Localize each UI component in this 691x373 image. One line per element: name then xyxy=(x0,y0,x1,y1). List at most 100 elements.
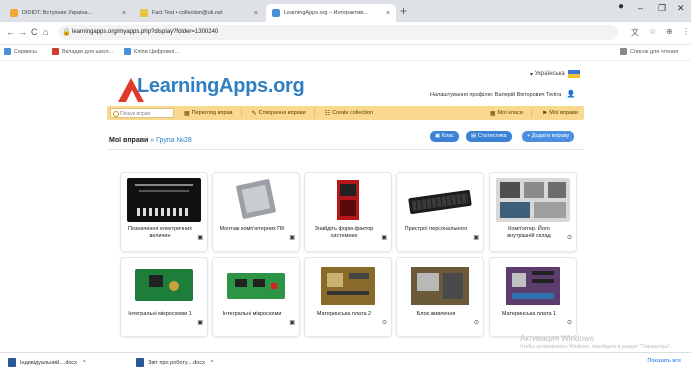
breadcrumb-root[interactable]: Мої вправи xyxy=(109,137,148,144)
search-placeholder: Пошук вправ xyxy=(120,111,151,117)
word-file-icon xyxy=(8,358,16,367)
app-card[interactable]: Пристрої персонального ▣ xyxy=(396,172,484,252)
maximize-button[interactable]: ❐ xyxy=(658,3,666,14)
download-item[interactable]: Індивідуальний....docx ^ xyxy=(8,358,86,367)
profile-icon[interactable]: ● xyxy=(618,1,624,12)
menu-divider xyxy=(240,108,242,118)
app-title: Комп'ютер. Його внутрішній склад xyxy=(507,226,551,239)
class-button[interactable]: ▣ Клас xyxy=(430,131,459,142)
search-input[interactable]: Пошук вправ xyxy=(110,108,174,118)
menu-create-app[interactable]: ✎ Створення вправи xyxy=(252,110,306,117)
bookmark-item[interactable]: Вкладки для школ... xyxy=(52,48,113,55)
browser-tab-3-active[interactable]: LearningApps.org – Интерактив... × xyxy=(266,4,396,22)
add-app-button[interactable]: + Додати вправу xyxy=(522,131,575,142)
app-title: Пристрої персонального xyxy=(404,226,468,232)
browser-tab-2[interactable]: Fact Test • collection@uk.net × xyxy=(134,4,264,22)
app-card[interactable]: Материнська плата 2 ⊙ xyxy=(304,257,392,337)
reading-list-icon xyxy=(620,48,627,55)
download-filename: Індивідуальний....docx xyxy=(20,359,77,366)
download-item[interactable]: Звіт про роботу....docx ^ xyxy=(136,358,213,367)
page-content: LearningApps.org ▾ Українська Налаштуван… xyxy=(0,61,691,352)
app-thumbnail xyxy=(127,263,201,307)
new-tab-button[interactable]: + xyxy=(400,4,407,18)
show-all-downloads-button[interactable]: Показать все xyxy=(647,358,681,364)
word-file-icon xyxy=(136,358,144,367)
tab-close-icon[interactable]: × xyxy=(250,10,258,17)
watermark-title: Активация Windows xyxy=(520,334,594,343)
chevron-up-icon[interactable]: ^ xyxy=(211,360,214,366)
app-thumbnail xyxy=(496,178,570,222)
menu-dots-icon[interactable]: ⋮ xyxy=(682,27,690,36)
app-card[interactable]: Знайдіть форм-фактор системних ▣ xyxy=(304,172,392,252)
translate-icon[interactable]: 文 xyxy=(631,27,639,38)
collection-icon: ☷ xyxy=(324,110,331,117)
user-profile-label: Налаштування профілю: Валерій Вікторович… xyxy=(430,92,562,98)
lock-icon: 🔒 xyxy=(62,29,71,36)
browser-tab-bar: DIDIDT: Вступние Україна... × Fact Test … xyxy=(0,0,691,22)
reload-button[interactable]: C xyxy=(31,27,38,37)
app-thumbnail xyxy=(127,178,201,222)
close-window-button[interactable]: ✕ xyxy=(677,3,685,14)
app-thumbnail xyxy=(496,263,570,307)
url-input[interactable]: 🔒 learningapps.org/myapps.php?display?fo… xyxy=(58,25,618,40)
app-title: Блок живлення xyxy=(416,311,456,317)
language-selector[interactable]: ▾ Українська xyxy=(530,70,580,78)
user-profile-link[interactable]: Налаштування профілю: Валерій Вікторович… xyxy=(430,90,576,98)
grid-icon: ▦ xyxy=(184,110,190,117)
app-type-icon: ⊙ xyxy=(381,320,387,326)
tab-favicon-icon xyxy=(10,9,18,17)
menu-my-classes[interactable]: ▦ Мої класи xyxy=(490,110,523,117)
star-icon[interactable]: ☆ xyxy=(649,27,656,36)
app-card[interactable]: Позначення електричних величин ▣ xyxy=(120,172,208,252)
extensions-icon[interactable]: ⊕ xyxy=(666,27,673,36)
app-type-icon: ▣ xyxy=(197,320,203,326)
bookmark-item[interactable]: Кліпи Цифрової... xyxy=(124,48,179,55)
forward-button[interactable]: → xyxy=(18,27,27,37)
url-text: learningapps.org/myapps.php?display?fold… xyxy=(72,29,219,35)
watermark-subtitle: Чтобы активировать Windows, перейдите в … xyxy=(520,344,672,350)
app-title: Інтегральні мікросхеми xyxy=(222,311,282,317)
button-label: Статистика xyxy=(477,133,507,139)
app-thumbnail xyxy=(219,178,293,222)
menu-label: Мої класи xyxy=(497,110,523,116)
menu-label: Створення вправи xyxy=(258,110,306,116)
tab-close-icon[interactable]: × xyxy=(118,10,126,17)
minimize-button[interactable]: – xyxy=(638,3,643,13)
bookmarks-bar: Сервисы Вкладки для школ... Кліпи Цифров… xyxy=(0,45,691,61)
app-title: Знайдіть форм-фактор системних xyxy=(314,226,374,239)
bookmark-favicon-icon xyxy=(52,48,59,55)
breadcrumb: Мої вправи » Група №28 xyxy=(109,137,192,144)
app-card[interactable]: Комп'ютер. Його внутрішній склад ⊙ xyxy=(489,172,577,252)
menu-label: Create collection xyxy=(332,110,374,116)
menu-create-collection[interactable]: ☷ Create collection xyxy=(325,110,373,117)
reading-list[interactable]: Список для чтения xyxy=(620,48,678,55)
address-toolbar: ← → C ⌂ 🔒 learningapps.org/myapps.php?di… xyxy=(0,22,691,45)
bookmark-apps[interactable]: Сервисы xyxy=(4,48,37,55)
app-type-icon: ▣ xyxy=(289,235,295,241)
flag-icon xyxy=(567,70,580,78)
home-button[interactable]: ⌂ xyxy=(43,27,48,37)
app-card[interactable]: Монтаж комп'ютерних ПК ▣ xyxy=(212,172,300,252)
app-card[interactable]: Інтегральні мікросхеми ▣ xyxy=(212,257,300,337)
tab-title: DIDIDT: Вступние Україна... xyxy=(22,10,93,16)
breadcrumb-separator: » xyxy=(150,137,155,144)
back-button[interactable]: ← xyxy=(6,27,15,37)
apps-grid-icon xyxy=(4,48,11,55)
menu-browse-apps[interactable]: ▦ Перегляд вправ xyxy=(184,110,233,117)
tab-close-icon[interactable]: × xyxy=(382,10,390,17)
breadcrumb-folder[interactable]: Група №28 xyxy=(156,137,192,144)
app-card[interactable]: Блок живлення ⊙ xyxy=(396,257,484,337)
app-type-icon: ▣ xyxy=(289,320,295,326)
app-type-icon: ▣ xyxy=(197,235,203,241)
chevron-up-icon[interactable]: ^ xyxy=(83,360,86,366)
site-logo[interactable]: LearningApps.org xyxy=(137,75,305,98)
app-type-icon: ⊙ xyxy=(473,320,479,326)
language-label: Українська xyxy=(534,71,565,77)
app-card[interactable]: Материнська плата 1 ⊙ xyxy=(489,257,577,337)
tab-favicon-icon xyxy=(140,9,148,17)
menu-my-apps[interactable]: ⚑ Мої вправи xyxy=(542,110,578,117)
statistics-button[interactable]: ▤ Статистика xyxy=(466,131,512,142)
browser-tab-1[interactable]: DIDIDT: Вступние Україна... × xyxy=(4,4,132,22)
app-card[interactable]: Інтегральні мікросхеми 1 ▣ xyxy=(120,257,208,337)
site-menu-bar: Пошук вправ ▦ Перегляд вправ ✎ Створення в… xyxy=(107,106,584,120)
